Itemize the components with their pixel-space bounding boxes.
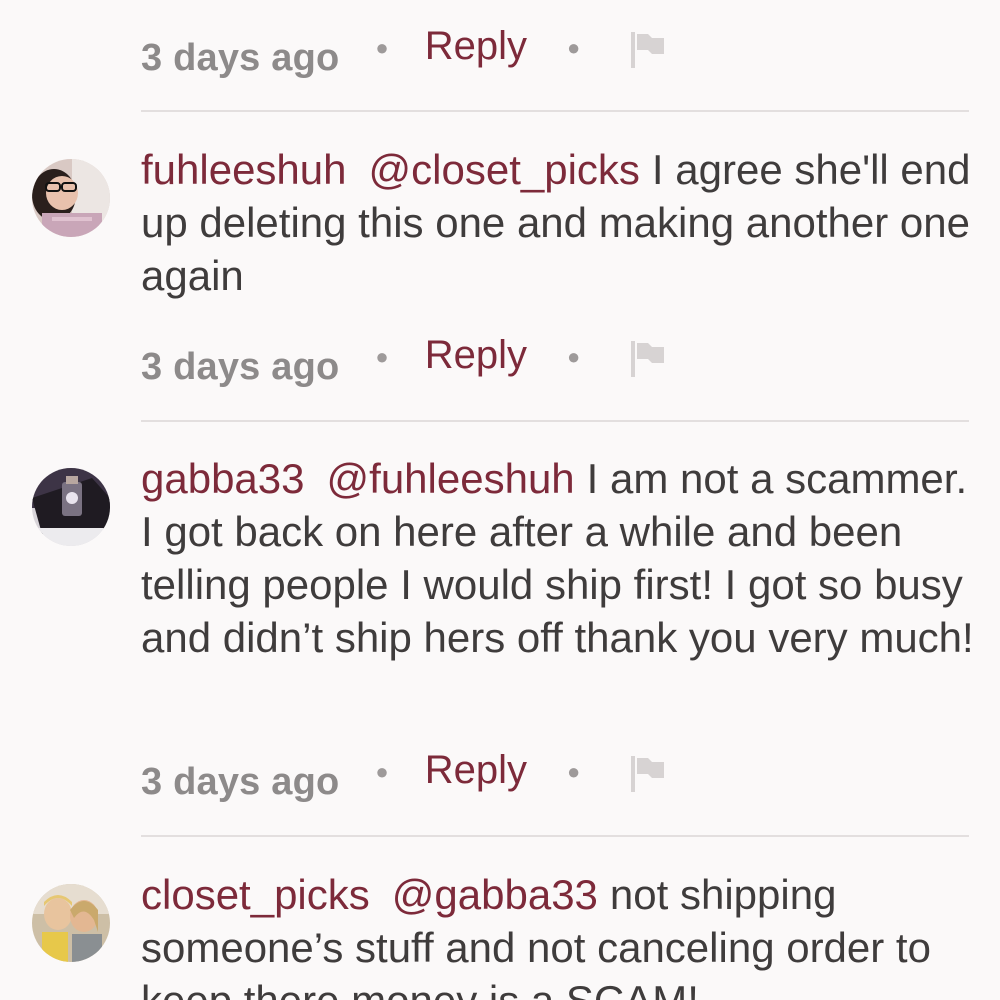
comment-mention[interactable]: @fuhleeshuh bbox=[327, 455, 575, 502]
comment-divider bbox=[141, 420, 969, 422]
comment-timestamp: 3 days ago bbox=[141, 760, 340, 803]
comments-screen: 3 days ago ● Reply ● fuhleeshuh @closet_p… bbox=[0, 0, 1000, 1000]
comment-text: fuhleeshuh @closet_picks I agree she'll en… bbox=[141, 143, 981, 302]
dot-icon: ● bbox=[375, 759, 389, 784]
flag-icon[interactable] bbox=[628, 30, 668, 70]
comment-text: closet_picks @gabba33 not shipping someone… bbox=[141, 868, 981, 1000]
comment-username[interactable]: closet_picks bbox=[141, 871, 370, 918]
avatar[interactable] bbox=[32, 884, 110, 962]
flag-icon[interactable] bbox=[628, 339, 668, 379]
comment-text: gabba33 @fuhleeshuh I am not a scammer. I … bbox=[141, 452, 981, 664]
comment-meta: 3 days ago ● Reply ● bbox=[141, 18, 668, 79]
avatar[interactable] bbox=[32, 468, 110, 546]
flag-icon[interactable] bbox=[628, 754, 668, 794]
comment-timestamp: 3 days ago bbox=[141, 345, 340, 388]
comment-meta: 3 days ago ● Reply ● bbox=[141, 742, 668, 803]
reply-button[interactable]: Reply bbox=[425, 748, 527, 793]
comment-username[interactable]: fuhleeshuh bbox=[141, 146, 347, 193]
dot-icon: ● bbox=[375, 35, 389, 60]
dot-icon: ● bbox=[566, 344, 581, 369]
comment-meta: 3 days ago ● Reply ● bbox=[141, 327, 668, 388]
comment-username[interactable]: gabba33 bbox=[141, 455, 305, 502]
comment-divider bbox=[141, 835, 969, 837]
avatar[interactable] bbox=[32, 159, 110, 237]
dot-icon: ● bbox=[566, 759, 581, 784]
reply-button[interactable]: Reply bbox=[425, 24, 527, 69]
dot-icon: ● bbox=[375, 344, 389, 369]
comment-mention[interactable]: @closet_picks bbox=[369, 146, 640, 193]
comment-mention[interactable]: @gabba33 bbox=[392, 871, 598, 918]
dot-icon: ● bbox=[566, 35, 581, 60]
comment-timestamp: 3 days ago bbox=[141, 36, 340, 79]
reply-button[interactable]: Reply bbox=[425, 333, 527, 378]
comment-divider bbox=[141, 110, 969, 112]
